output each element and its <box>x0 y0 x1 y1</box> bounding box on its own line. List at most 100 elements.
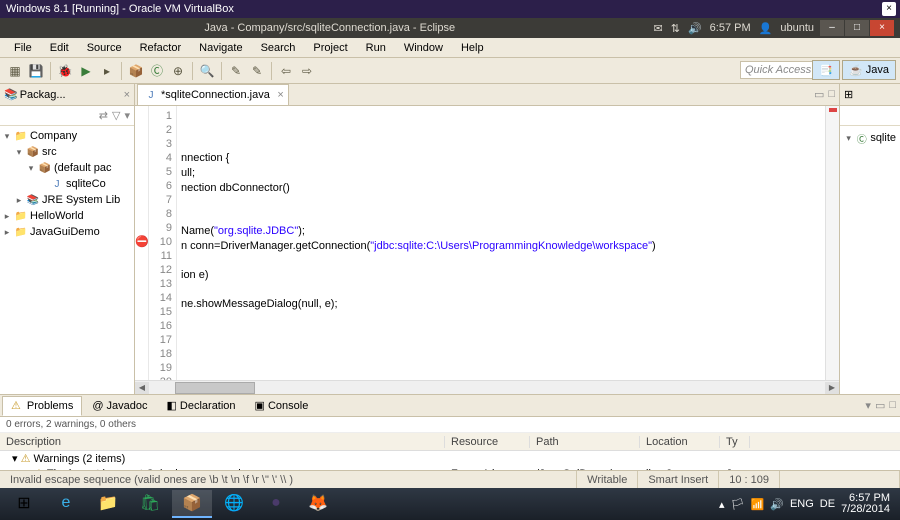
tray-network-icon[interactable]: 📶 <box>751 498 765 511</box>
view-menu-icon[interactable]: ▾ <box>865 399 871 412</box>
code-editor[interactable]: ⛔ 1234567891011121314151617181920 nnecti… <box>135 106 839 380</box>
open-type-icon[interactable]: ⊕ <box>169 62 187 80</box>
menu-run[interactable]: Run <box>358 40 394 56</box>
col-type[interactable]: Ty <box>720 436 750 448</box>
tray-clock[interactable]: 6:57 PM7/28/2014 <box>841 493 890 515</box>
problems-icon: ⚠ <box>11 399 21 412</box>
menu-source[interactable]: Source <box>79 40 130 56</box>
taskbar-ie[interactable]: e <box>46 490 86 518</box>
mail-icon[interactable]: ✉ <box>654 22 663 35</box>
col-resource[interactable]: Resource <box>445 436 530 448</box>
code-content[interactable]: nnection { ull; nection dbConnector() Na… <box>177 106 825 380</box>
collapse-icon[interactable]: ▽ <box>112 109 120 122</box>
open-perspective-button[interactable]: 📑 <box>812 60 840 80</box>
new-icon[interactable]: ▦ <box>6 62 24 80</box>
tray-keyboard[interactable]: DE <box>820 498 835 510</box>
sound-icon[interactable]: 🔊 <box>688 22 702 35</box>
run-last-icon[interactable]: ▸ <box>98 62 116 80</box>
scroll-right-icon[interactable]: ▶ <box>825 382 839 394</box>
maximize-view-icon[interactable]: □ <box>828 88 835 101</box>
close-button[interactable]: × <box>870 20 894 36</box>
tab-declaration[interactable]: ◧Declaration <box>158 396 245 416</box>
taskbar-explorer[interactable]: 📁 <box>88 490 128 518</box>
tree-jre[interactable]: JRE System Lib <box>42 194 120 206</box>
outline-panel: ⊞ ▾Ⓒsqlite <box>840 84 900 394</box>
table-row[interactable]: ▾ ⚠Warnings (2 items) <box>0 451 900 466</box>
system-tray[interactable]: ▴ 🏳 📶 🔊 ENG DE 6:57 PM7/28/2014 <box>719 493 896 515</box>
forward-icon[interactable]: ⇨ <box>298 62 316 80</box>
menu-project[interactable]: Project <box>305 40 355 56</box>
problems-table[interactable]: Description Resource Path Location Ty ▾ … <box>0 433 900 470</box>
tray-arrow-icon[interactable]: ▴ <box>719 498 725 511</box>
taskbar-store[interactable]: 🛍 <box>130 490 170 518</box>
new-package-icon[interactable]: 📦 <box>127 62 145 80</box>
menu-help[interactable]: Help <box>453 40 492 56</box>
menu-refactor[interactable]: Refactor <box>132 40 190 56</box>
tray-action-icon[interactable]: 🏳 <box>731 498 745 511</box>
status-bar: Invalid escape sequence (valid ones are … <box>0 470 900 488</box>
error-marker-icon[interactable]: ⛔ <box>135 235 148 249</box>
maximize-view-icon[interactable]: □ <box>889 399 896 412</box>
tray-sound-icon[interactable]: 🔊 <box>770 498 784 511</box>
taskbar-chrome[interactable]: 🌐 <box>214 490 254 518</box>
tree-helloworld[interactable]: HelloWorld <box>30 210 84 222</box>
tab-console[interactable]: ▣Console <box>246 396 318 416</box>
maximize-button[interactable]: □ <box>845 20 869 36</box>
col-path[interactable]: Path <box>530 436 640 448</box>
close-icon[interactable]: × <box>124 89 130 101</box>
menu-search[interactable]: Search <box>253 40 304 56</box>
col-location[interactable]: Location <box>640 436 720 448</box>
save-icon[interactable]: 💾 <box>27 62 45 80</box>
tree-javaguidemo[interactable]: JavaGuiDemo <box>30 226 100 238</box>
link-editor-icon[interactable]: ⇄ <box>99 109 108 122</box>
close-tab-icon[interactable]: × <box>277 89 283 101</box>
user-name[interactable]: ubuntu <box>780 22 814 34</box>
taskbar-firefox[interactable]: 🦊 <box>298 490 338 518</box>
tree-src[interactable]: src <box>42 146 57 158</box>
table-row[interactable]: ⚠The import java.awt.Color is never used… <box>0 466 900 470</box>
package-tree[interactable]: ▾📁Company ▾📦src ▾📦(default pac JsqliteCo… <box>0 126 134 394</box>
editor-tabs: J *sqliteConnection.java × ▭ □ <box>135 84 839 106</box>
debug-icon[interactable]: 🐞 <box>56 62 74 80</box>
outline-tab[interactable]: ⊞ <box>840 84 900 106</box>
overview-ruler[interactable] <box>825 106 839 380</box>
col-description[interactable]: Description <box>0 436 445 448</box>
vbox-close-button[interactable]: × <box>882 2 896 16</box>
package-explorer-tab[interactable]: 📚 Packag... × <box>0 84 134 106</box>
minimize-button[interactable]: ‒ <box>820 20 844 36</box>
taskbar-eclipse[interactable]: ● <box>256 490 296 518</box>
menu-file[interactable]: File <box>6 40 40 56</box>
minimize-view-icon[interactable]: ▭ <box>875 399 885 412</box>
toggle-mark-icon[interactable]: ✎ <box>227 62 245 80</box>
search-icon[interactable]: 🔍 <box>198 62 216 80</box>
new-class-icon[interactable]: Ⓒ <box>148 62 166 80</box>
tab-javadoc[interactable]: @Javadoc <box>83 396 156 416</box>
horizontal-scrollbar[interactable]: ◀ ▶ <box>135 380 839 394</box>
network-icon[interactable]: ⇅ <box>671 22 680 35</box>
tree-default-package[interactable]: (default pac <box>54 162 111 174</box>
run-icon[interactable]: ▶ <box>77 62 95 80</box>
package-toolbar: ⇄ ▽ ▾ <box>0 106 134 126</box>
minimize-view-icon[interactable]: ▭ <box>814 88 824 101</box>
clock-text[interactable]: 6:57 PM <box>710 22 751 34</box>
editor-tab-sqliteconnection[interactable]: J *sqliteConnection.java × <box>137 84 289 105</box>
start-button[interactable]: ⊞ <box>4 490 44 518</box>
bottom-panel: ⚠Problems @Javadoc ◧Declaration ▣Console… <box>0 394 900 470</box>
back-icon[interactable]: ⇦ <box>277 62 295 80</box>
taskbar-virtualbox[interactable]: 📦 <box>172 490 212 518</box>
tree-sqliteconnection[interactable]: sqliteCo <box>66 178 106 190</box>
tree-project-company[interactable]: Company <box>30 130 77 142</box>
user-icon[interactable]: 👤 <box>759 22 773 35</box>
scroll-left-icon[interactable]: ◀ <box>135 382 149 394</box>
menu-navigate[interactable]: Navigate <box>191 40 250 56</box>
tab-problems[interactable]: ⚠Problems <box>2 396 82 416</box>
view-menu-icon[interactable]: ▾ <box>124 109 130 122</box>
scrollbar-thumb[interactable] <box>175 382 255 394</box>
outline-tree[interactable]: ▾Ⓒsqlite <box>840 126 900 150</box>
status-insert: Smart Insert <box>638 471 719 488</box>
tray-lang[interactable]: ENG <box>790 498 814 510</box>
menu-edit[interactable]: Edit <box>42 40 77 56</box>
annotation-icon[interactable]: ✎ <box>248 62 266 80</box>
java-perspective-button[interactable]: ☕Java <box>842 60 896 80</box>
menu-window[interactable]: Window <box>396 40 451 56</box>
